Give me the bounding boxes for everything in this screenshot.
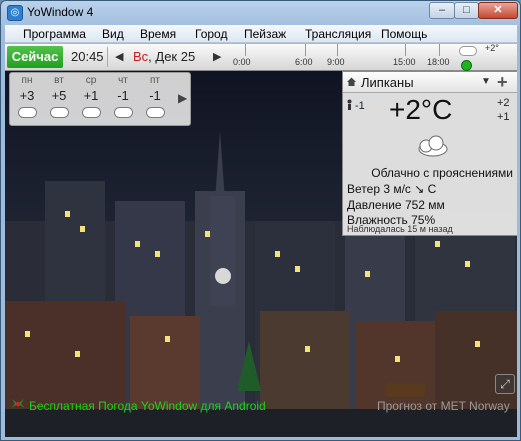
tick-label: 9:00 [327,57,345,67]
location-name[interactable]: Липканы [361,75,414,90]
lit-window [275,251,280,257]
forecast-temp: +1 [83,88,99,103]
pressure-row: Давление 752 мм [347,198,445,212]
bottom-bar: Бесплатная Погода YoWindow для Android П… [5,374,517,415]
high-temp: +2 [497,97,510,109]
timeline-cloud-icon [459,46,477,56]
forecast-day-label: пн [21,75,33,86]
holly-icon [11,399,25,408]
tick-label: 15:00 [393,57,416,67]
now-button[interactable]: Сейчас [7,46,63,68]
menu-view[interactable]: Вид [102,27,124,41]
forecast-temp: +5 [51,88,67,103]
lit-window [395,356,400,362]
pressure-value: 752 мм [404,198,445,212]
timeline[interactable]: 0:00 6:00 9:00 15:00 18:00 +2° [233,44,517,71]
android-promo-link[interactable]: Бесплатная Погода YoWindow для Android [29,399,266,413]
date-rest: , Дек 25 [148,49,196,64]
timeline-tick [337,44,338,56]
forecast-next-button[interactable]: ▶ [178,91,187,105]
timeline-tick [245,44,246,56]
tick-label: 6:00 [295,57,313,67]
maximize-button[interactable]: □ [454,2,479,19]
location-bar[interactable]: Липканы ▼ + [343,72,517,93]
lit-window [165,336,170,342]
cloud-icon[interactable] [140,106,170,120]
lit-window [80,226,85,232]
fullscreen-icon[interactable]: ⤢ [495,374,515,394]
timeline-tick [405,44,406,56]
yowindow-app-icon[interactable]: ◎ [7,5,23,21]
forecast-temp: -1 [117,88,129,103]
timeline-tick [305,44,306,56]
lit-window [75,351,80,357]
menu-bar: Программа Вид Время Город Пейзаж Трансля… [5,25,517,43]
lit-window [365,271,370,277]
forecast-temp: +3 [19,88,35,103]
menu-time[interactable]: Время [140,27,176,41]
prev-day-button[interactable]: ◀ [115,50,123,63]
forecast-strip: пн +3 вт +5 ср +1 чт -1 пт -1 ▶ [9,72,191,126]
lit-window [205,231,210,237]
cloud-icon[interactable] [108,106,138,120]
lit-window [295,266,300,272]
window-title: YoWindow 4 [27,5,94,19]
feels-like-temp: -1 [355,100,365,112]
time-bar: Сейчас 20:45 ◀ Вс, Дек 25 ▶ 0:00 6:00 9:… [5,44,517,71]
partly-cloudy-icon [418,135,448,157]
weather-panel: Липканы ▼ + -1 +2°C +2 +1 Облачно с проя… [342,71,517,236]
home-icon[interactable] [346,76,357,87]
location-dropdown-icon[interactable]: ▼ [481,76,491,87]
lit-window [155,251,160,257]
next-day-button[interactable]: ▶ [213,50,221,63]
forecast-day-label: вт [54,75,64,86]
timeline-now-marker[interactable] [461,60,472,71]
date-weekday: Вс [133,49,149,64]
menu-program[interactable]: Программа [23,27,86,41]
low-temp: +1 [497,111,510,123]
minimize-button[interactable]: – [429,2,455,19]
menu-broadcast[interactable]: Трансляция [305,27,371,41]
separator [107,47,108,67]
pressure-label: Давление [347,198,402,212]
current-temperature: +2°C [389,94,453,125]
lit-window [25,331,30,337]
lit-window [65,211,70,217]
wind-value: 3 м/с ↘ С [383,182,437,196]
observed-time: Наблюдалась 15 м назад [347,224,453,234]
tick-label: 18:00 [427,57,450,67]
lit-window [475,341,480,347]
lit-window [305,346,310,352]
menu-landscape[interactable]: Пейзаж [244,27,286,41]
current-time: 20:45 [71,49,104,64]
lit-window [435,241,440,247]
lit-window [465,261,470,267]
app-window: ◎ YoWindow 4 – □ ✕ Программа Вид Время Г… [0,0,521,441]
close-button[interactable]: ✕ [478,2,518,19]
cloud-icon[interactable] [76,106,106,120]
title-bar[interactable]: ◎ YoWindow 4 – □ ✕ [1,1,520,23]
cloud-icon[interactable] [44,106,74,120]
person-icon [347,99,352,110]
forecast-day-label: чт [118,75,128,86]
weather-view: Сейчас 20:45 ◀ Вс, Дек 25 ▶ 0:00 6:00 9:… [5,44,517,437]
tick-label: 0:00 [233,57,251,67]
lit-window [135,241,140,247]
forecast-day-label: пт [150,75,160,86]
wind-label: Ветер [347,182,380,196]
timeline-temp: +2° [485,44,499,53]
rain-cloud-icon[interactable] [12,106,42,120]
forecast-credit-link[interactable]: Прогноз от MET Norway [377,399,510,413]
add-location-button[interactable]: + [497,72,508,93]
menu-city[interactable]: Город [195,27,227,41]
menu-help[interactable]: Помощь [381,27,427,41]
timeline-tick [439,44,440,56]
condition-text: Облачно с прояснениями [371,166,513,180]
wind-row: Ветер 3 м/с ↘ С [347,182,436,196]
forecast-temp: -1 [149,88,161,103]
current-date: Вс, Дек 25 [133,49,195,64]
forecast-day-label: ср [85,75,97,86]
